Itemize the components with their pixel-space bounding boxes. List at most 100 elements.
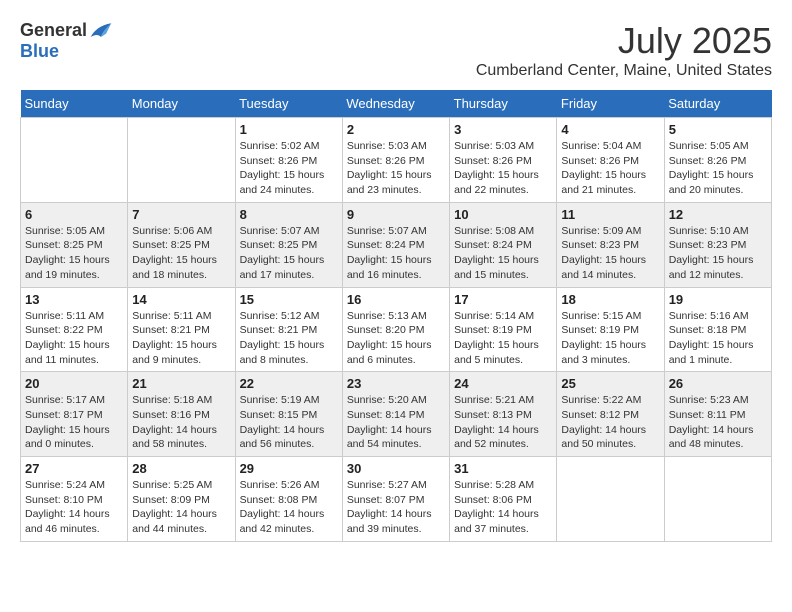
calendar-day-cell <box>128 118 235 203</box>
day-detail: Sunrise: 5:05 AM Sunset: 8:25 PM Dayligh… <box>25 224 123 283</box>
day-number: 31 <box>454 461 552 476</box>
calendar-day-header: Friday <box>557 90 664 118</box>
calendar-week-row: 13Sunrise: 5:11 AM Sunset: 8:22 PM Dayli… <box>21 287 772 372</box>
day-detail: Sunrise: 5:20 AM Sunset: 8:14 PM Dayligh… <box>347 393 445 452</box>
day-number: 14 <box>132 292 230 307</box>
day-detail: Sunrise: 5:04 AM Sunset: 8:26 PM Dayligh… <box>561 139 659 198</box>
calendar-week-row: 27 Sunrise: 5:24 AM Sunset: 8:10 PM Dayli… <box>21 457 772 542</box>
day-number: 25 <box>561 376 659 391</box>
day-number: 11 <box>561 207 659 222</box>
calendar-day-cell: 6Sunrise: 5:05 AM Sunset: 8:25 PM Daylig… <box>21 202 128 287</box>
day-number: 18 <box>561 292 659 307</box>
day-number: 12 <box>669 207 767 222</box>
logo: General Blue <box>20 20 113 62</box>
day-number: 2 <box>347 122 445 137</box>
day-number: 4 <box>561 122 659 137</box>
calendar-day-header: Sunday <box>21 90 128 118</box>
calendar-day-cell: 10 Sunrise: 5:08 AM Sunset: 8:24 PM Dayli… <box>450 202 557 287</box>
day-detail: Sunrise: 5:24 AM Sunset: 8:10 PM Dayligh… <box>25 478 123 537</box>
day-detail: Sunrise: 5:03 AM Sunset: 8:26 PM Dayligh… <box>454 139 552 198</box>
day-detail: Sunrise: 5:22 AM Sunset: 8:12 PM Dayligh… <box>561 393 659 452</box>
logo-general-text: General <box>20 20 87 41</box>
day-detail: Sunrise: 5:06 AM Sunset: 8:25 PM Dayligh… <box>132 224 230 283</box>
logo-bird-icon <box>89 21 113 41</box>
calendar-day-cell: 7 Sunrise: 5:06 AM Sunset: 8:25 PM Daylig… <box>128 202 235 287</box>
calendar-week-row: 1Sunrise: 5:02 AM Sunset: 8:26 PM Daylig… <box>21 118 772 203</box>
calendar-day-cell: 29 Sunrise: 5:26 AM Sunset: 8:08 PM Dayli… <box>235 457 342 542</box>
calendar-week-row: 20 Sunrise: 5:17 AM Sunset: 8:17 PM Dayli… <box>21 372 772 457</box>
calendar-day-cell: 20 Sunrise: 5:17 AM Sunset: 8:17 PM Dayli… <box>21 372 128 457</box>
day-detail: Sunrise: 5:21 AM Sunset: 8:13 PM Dayligh… <box>454 393 552 452</box>
calendar-day-cell: 12 Sunrise: 5:10 AM Sunset: 8:23 PM Dayli… <box>664 202 771 287</box>
day-detail: Sunrise: 5:26 AM Sunset: 8:08 PM Dayligh… <box>240 478 338 537</box>
day-detail: Sunrise: 5:05 AM Sunset: 8:26 PM Dayligh… <box>669 139 767 198</box>
day-number: 10 <box>454 207 552 222</box>
day-number: 15 <box>240 292 338 307</box>
day-detail: Sunrise: 5:07 AM Sunset: 8:24 PM Dayligh… <box>347 224 445 283</box>
day-detail: Sunrise: 5:10 AM Sunset: 8:23 PM Dayligh… <box>669 224 767 283</box>
day-number: 7 <box>132 207 230 222</box>
day-number: 17 <box>454 292 552 307</box>
calendar-day-cell <box>557 457 664 542</box>
day-detail: Sunrise: 5:18 AM Sunset: 8:16 PM Dayligh… <box>132 393 230 452</box>
day-number: 3 <box>454 122 552 137</box>
day-number: 23 <box>347 376 445 391</box>
day-number: 13 <box>25 292 123 307</box>
calendar-day-cell: 22 Sunrise: 5:19 AM Sunset: 8:15 PM Dayli… <box>235 372 342 457</box>
day-detail: Sunrise: 5:11 AM Sunset: 8:21 PM Dayligh… <box>132 309 230 368</box>
day-number: 8 <box>240 207 338 222</box>
calendar-day-cell: 1Sunrise: 5:02 AM Sunset: 8:26 PM Daylig… <box>235 118 342 203</box>
day-number: 22 <box>240 376 338 391</box>
calendar-day-cell: 15 Sunrise: 5:12 AM Sunset: 8:21 PM Dayli… <box>235 287 342 372</box>
calendar-day-cell: 2 Sunrise: 5:03 AM Sunset: 8:26 PM Daylig… <box>342 118 449 203</box>
day-number: 9 <box>347 207 445 222</box>
day-number: 27 <box>25 461 123 476</box>
calendar-day-cell: 5 Sunrise: 5:05 AM Sunset: 8:26 PM Daylig… <box>664 118 771 203</box>
day-detail: Sunrise: 5:02 AM Sunset: 8:26 PM Dayligh… <box>240 139 338 198</box>
calendar-day-cell: 8 Sunrise: 5:07 AM Sunset: 8:25 PM Daylig… <box>235 202 342 287</box>
day-detail: Sunrise: 5:19 AM Sunset: 8:15 PM Dayligh… <box>240 393 338 452</box>
day-detail: Sunrise: 5:03 AM Sunset: 8:26 PM Dayligh… <box>347 139 445 198</box>
day-number: 5 <box>669 122 767 137</box>
calendar-day-cell: 23 Sunrise: 5:20 AM Sunset: 8:14 PM Dayli… <box>342 372 449 457</box>
day-detail: Sunrise: 5:23 AM Sunset: 8:11 PM Dayligh… <box>669 393 767 452</box>
calendar-day-header: Tuesday <box>235 90 342 118</box>
calendar-day-cell: 28 Sunrise: 5:25 AM Sunset: 8:09 PM Dayli… <box>128 457 235 542</box>
day-number: 28 <box>132 461 230 476</box>
day-detail: Sunrise: 5:08 AM Sunset: 8:24 PM Dayligh… <box>454 224 552 283</box>
logo-blue-text: Blue <box>20 41 59 62</box>
calendar-table: SundayMondayTuesdayWednesdayThursdayFrid… <box>20 90 772 542</box>
calendar-day-cell: 27 Sunrise: 5:24 AM Sunset: 8:10 PM Dayli… <box>21 457 128 542</box>
day-detail: Sunrise: 5:13 AM Sunset: 8:20 PM Dayligh… <box>347 309 445 368</box>
calendar-day-header: Wednesday <box>342 90 449 118</box>
calendar-day-cell: 17 Sunrise: 5:14 AM Sunset: 8:19 PM Dayli… <box>450 287 557 372</box>
calendar-day-cell: 19Sunrise: 5:16 AM Sunset: 8:18 PM Dayli… <box>664 287 771 372</box>
day-detail: Sunrise: 5:17 AM Sunset: 8:17 PM Dayligh… <box>25 393 123 452</box>
calendar-day-cell: 16 Sunrise: 5:13 AM Sunset: 8:20 PM Dayli… <box>342 287 449 372</box>
calendar-day-cell: 30 Sunrise: 5:27 AM Sunset: 8:07 PM Dayli… <box>342 457 449 542</box>
calendar-day-cell: 25 Sunrise: 5:22 AM Sunset: 8:12 PM Dayli… <box>557 372 664 457</box>
day-number: 29 <box>240 461 338 476</box>
calendar-day-cell: 11 Sunrise: 5:09 AM Sunset: 8:23 PM Dayli… <box>557 202 664 287</box>
day-number: 24 <box>454 376 552 391</box>
calendar-day-cell <box>21 118 128 203</box>
day-detail: Sunrise: 5:09 AM Sunset: 8:23 PM Dayligh… <box>561 224 659 283</box>
calendar-day-header: Monday <box>128 90 235 118</box>
day-detail: Sunrise: 5:12 AM Sunset: 8:21 PM Dayligh… <box>240 309 338 368</box>
day-detail: Sunrise: 5:14 AM Sunset: 8:19 PM Dayligh… <box>454 309 552 368</box>
calendar-day-cell: 31Sunrise: 5:28 AM Sunset: 8:06 PM Dayli… <box>450 457 557 542</box>
day-number: 30 <box>347 461 445 476</box>
calendar-day-header: Thursday <box>450 90 557 118</box>
location-title: Cumberland Center, Maine, United States <box>476 62 772 80</box>
day-number: 16 <box>347 292 445 307</box>
day-number: 19 <box>669 292 767 307</box>
day-detail: Sunrise: 5:07 AM Sunset: 8:25 PM Dayligh… <box>240 224 338 283</box>
day-number: 26 <box>669 376 767 391</box>
day-detail: Sunrise: 5:27 AM Sunset: 8:07 PM Dayligh… <box>347 478 445 537</box>
calendar-header-row: SundayMondayTuesdayWednesdayThursdayFrid… <box>21 90 772 118</box>
day-number: 20 <box>25 376 123 391</box>
day-detail: Sunrise: 5:25 AM Sunset: 8:09 PM Dayligh… <box>132 478 230 537</box>
calendar-day-cell: 14 Sunrise: 5:11 AM Sunset: 8:21 PM Dayli… <box>128 287 235 372</box>
day-detail: Sunrise: 5:15 AM Sunset: 8:19 PM Dayligh… <box>561 309 659 368</box>
calendar-day-cell <box>664 457 771 542</box>
